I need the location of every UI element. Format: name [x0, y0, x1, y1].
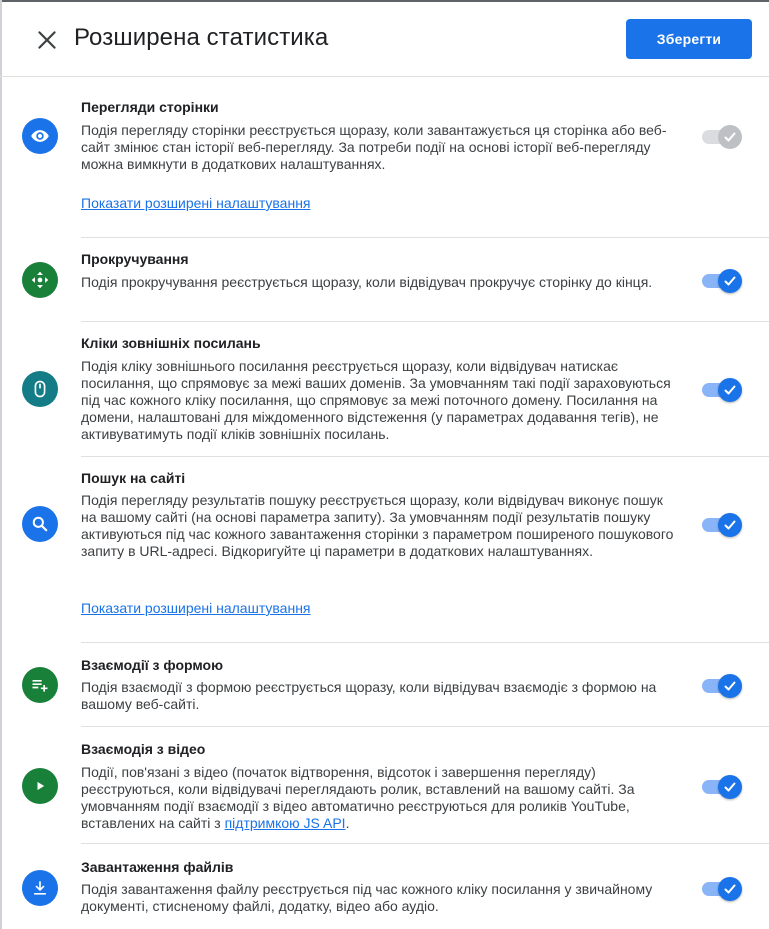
download-icon	[22, 870, 58, 906]
section-title: Пошук на сайті	[81, 470, 186, 486]
section-description: Подія завантаження файлу реєструється пі…	[81, 881, 653, 914]
save-button[interactable]: Зберегти	[626, 19, 752, 59]
form-interactions-toggle[interactable]	[700, 671, 744, 699]
section-description: Події, пов'язані з відео (початок відтво…	[81, 764, 681, 832]
check-icon	[718, 877, 742, 901]
section-title: Перегляди сторінки	[81, 99, 219, 115]
divider	[81, 642, 769, 643]
check-icon	[718, 269, 742, 293]
outbound-clicks-toggle[interactable]	[700, 375, 744, 403]
check-icon	[718, 674, 742, 698]
window-left-edge	[0, 0, 2, 929]
show-advanced-settings-link[interactable]: Показати розширені налаштування	[81, 600, 311, 616]
search-icon	[22, 506, 58, 542]
section-title: Завантаження файлів	[81, 859, 234, 875]
site-search-toggle[interactable]	[700, 510, 744, 538]
page-views-toggle[interactable]	[700, 122, 744, 150]
play-icon	[22, 768, 58, 804]
section-title: Кліки зовнішніх посилань	[81, 335, 261, 351]
section-title: Взаємодії з формою	[81, 657, 224, 673]
section-description: Подія прокручування реєструється щоразу,…	[81, 274, 653, 290]
close-icon[interactable]	[34, 27, 60, 53]
scroll-arrows-icon	[22, 262, 58, 298]
description-end: .	[345, 815, 350, 831]
eye-icon	[22, 118, 58, 154]
section-description: Подія взаємодії з формою реєструється що…	[81, 679, 657, 712]
scrolls-toggle[interactable]	[700, 266, 744, 294]
section-title: Прокручування	[81, 251, 189, 267]
divider	[81, 726, 769, 727]
section-title: Взаємодія з відео	[81, 741, 206, 757]
check-icon	[718, 513, 742, 537]
section-description: Подія перегляду результатів пошуку реєст…	[81, 492, 674, 559]
mouse-icon	[22, 371, 58, 407]
description-text: Події, пов'язані з відео (початок відтво…	[81, 764, 635, 831]
divider	[81, 321, 769, 322]
file-downloads-toggle[interactable]	[700, 874, 744, 902]
show-advanced-settings-link[interactable]: Показати розширені налаштування	[81, 195, 311, 211]
js-api-support-link[interactable]: підтримкою JS API	[225, 815, 346, 831]
playlist-add-icon	[22, 667, 58, 703]
page-title: Розширена статистика	[74, 24, 329, 51]
divider	[81, 237, 769, 238]
section-description: Подія перегляду сторінки реєструється що…	[81, 122, 667, 172]
divider	[81, 843, 769, 844]
check-icon	[718, 775, 742, 799]
check-icon	[718, 125, 742, 149]
panel-header: Розширена статистика Зберегти	[0, 0, 769, 77]
divider	[81, 456, 769, 457]
section-description: Подія кліку зовнішнього посилання реєстр…	[81, 358, 671, 442]
video-engagement-toggle[interactable]	[700, 772, 744, 800]
check-icon	[718, 378, 742, 402]
